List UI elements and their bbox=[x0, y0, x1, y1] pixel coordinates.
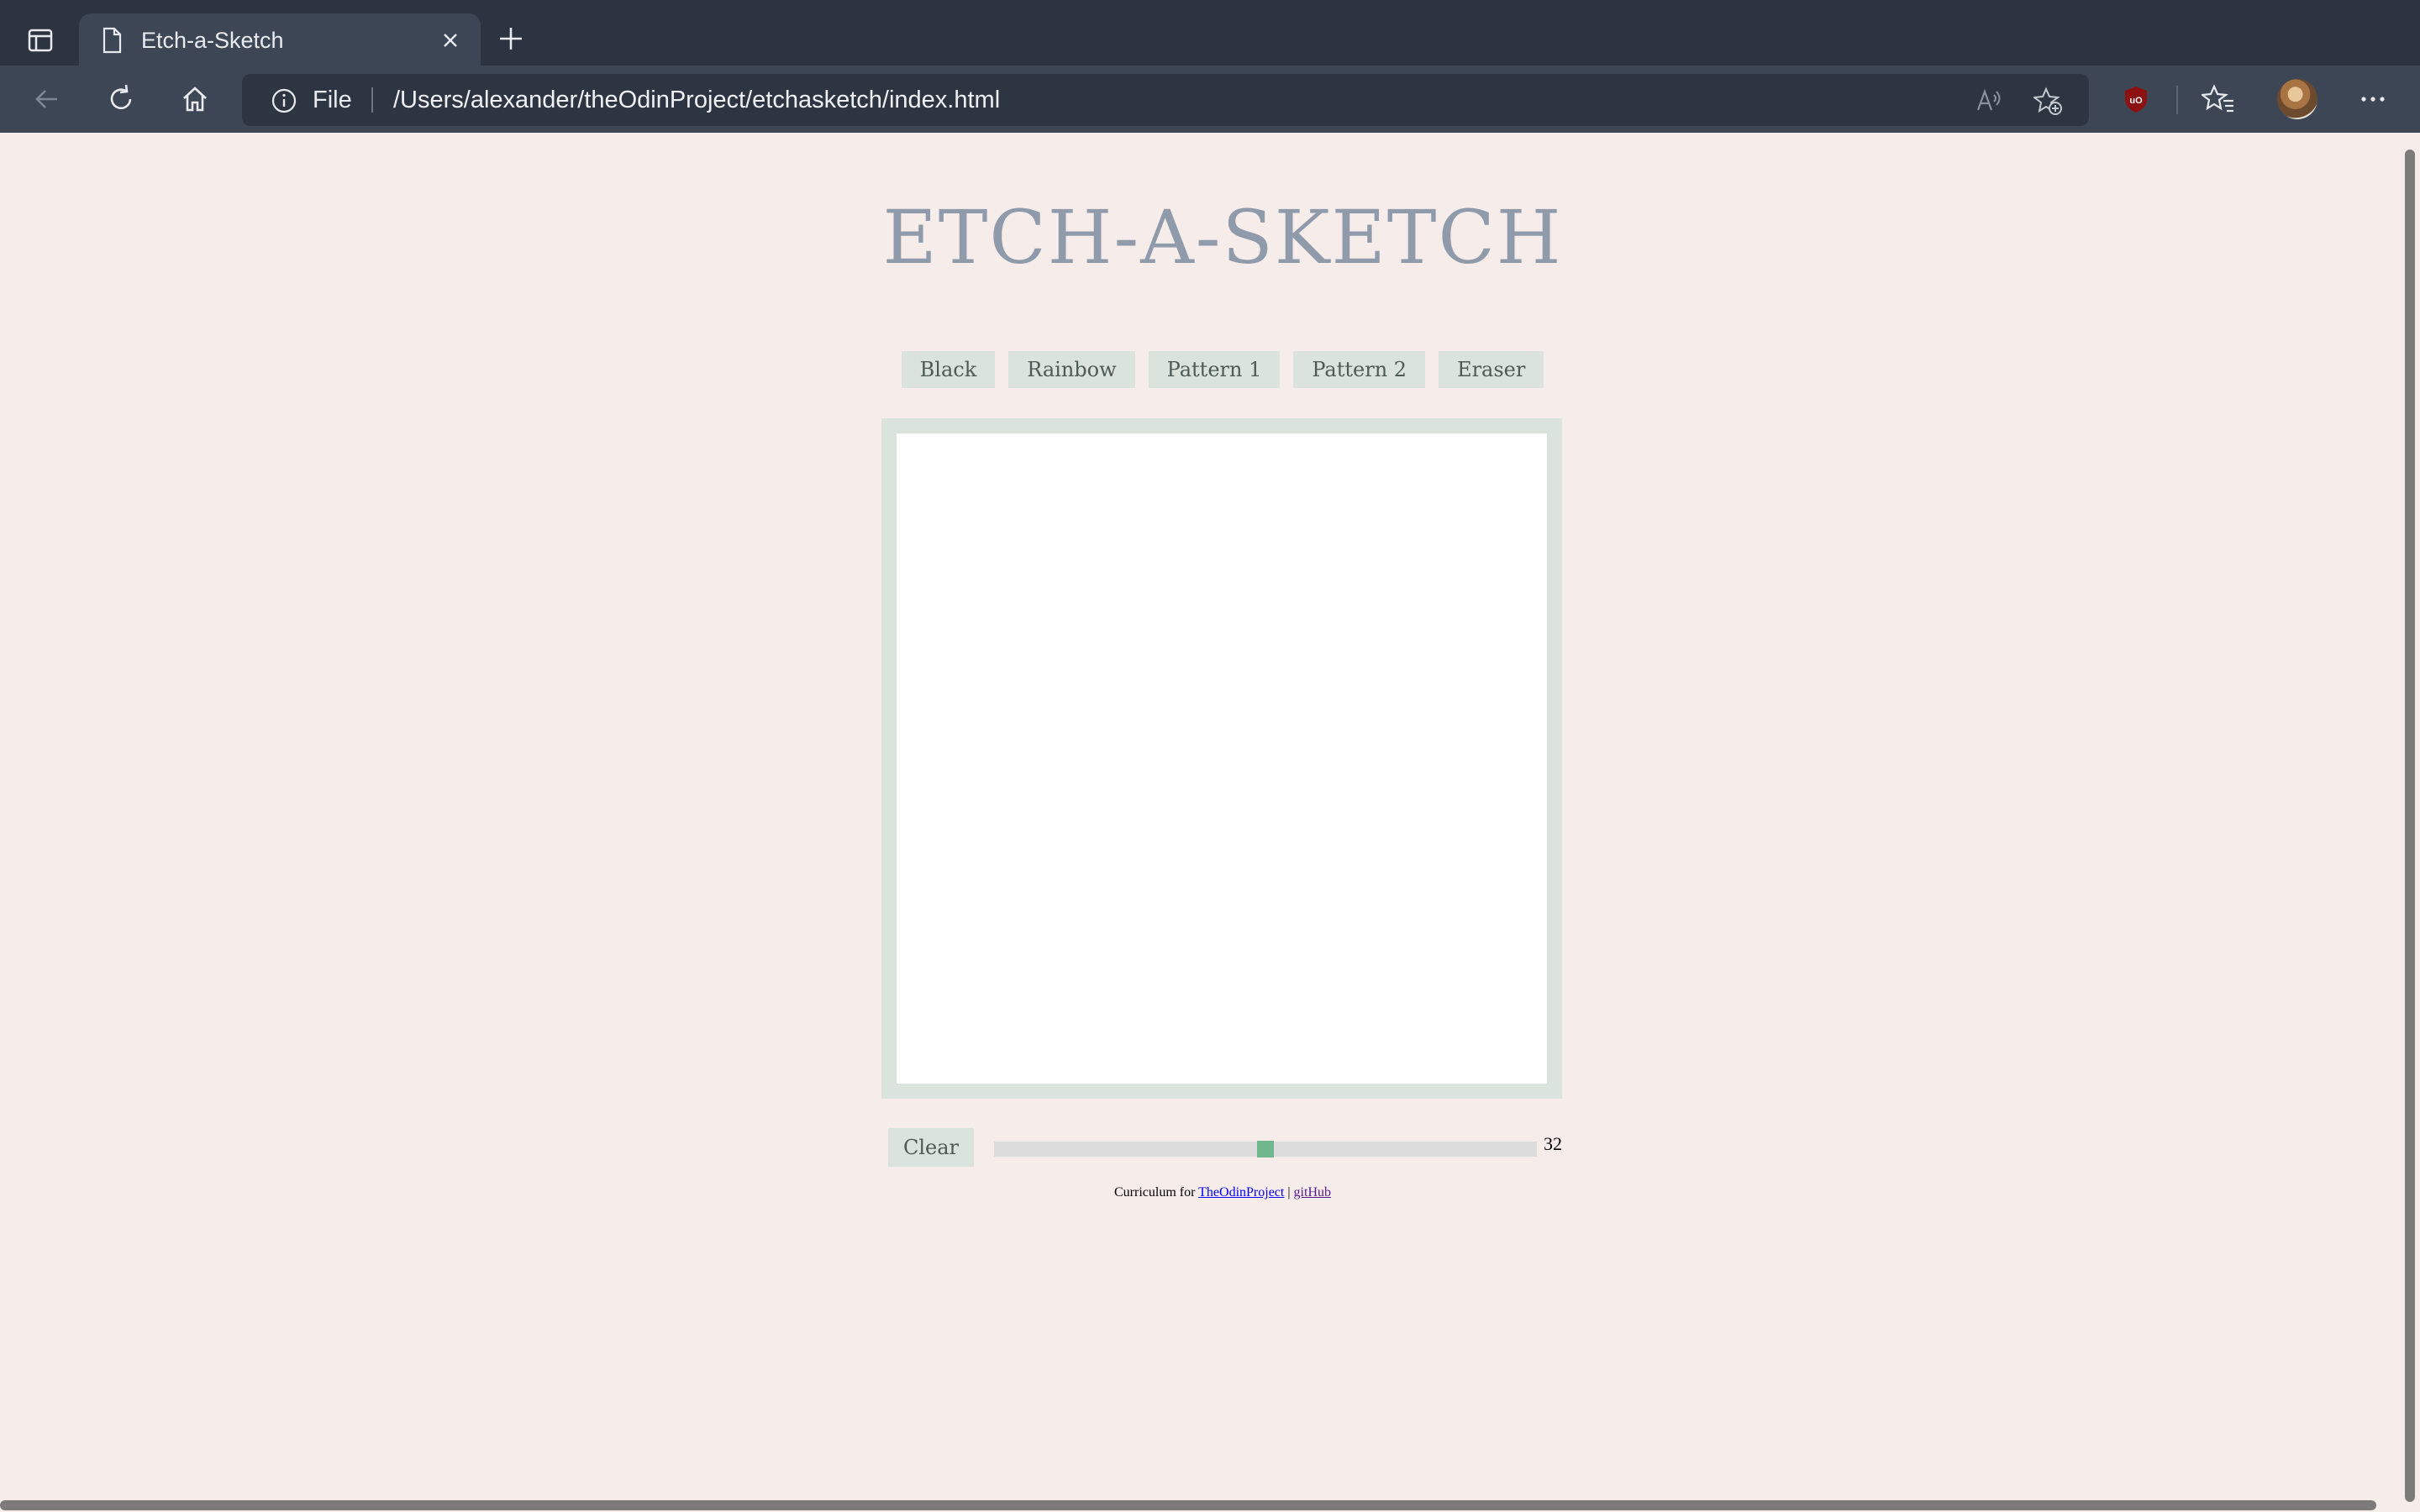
rainbow-mode-button[interactable]: Rainbow bbox=[1008, 351, 1135, 388]
horizontal-scrollbar[interactable] bbox=[0, 1500, 2376, 1510]
tab-actions-icon[interactable] bbox=[22, 22, 59, 59]
address-bar[interactable]: File /Users/alexander/theOdinProject/etc… bbox=[242, 74, 2089, 126]
footer: Curriculum for TheOdinProject | gitHub bbox=[0, 1185, 2420, 1200]
reload-icon[interactable] bbox=[104, 82, 138, 116]
sketch-grid[interactable] bbox=[897, 433, 1547, 1084]
clear-button[interactable]: Clear bbox=[888, 1128, 974, 1167]
more-options-icon[interactable] bbox=[2356, 82, 2390, 116]
new-tab-icon[interactable] bbox=[496, 24, 526, 54]
slider-thumb[interactable] bbox=[1257, 1141, 1274, 1158]
page-icon bbox=[99, 27, 124, 54]
mode-buttons: Black Rainbow Pattern 1 Pattern 2 Eraser bbox=[0, 351, 2420, 388]
ublock-extension-icon[interactable]: uO bbox=[2119, 82, 2153, 116]
url-text[interactable]: /Users/alexander/theOdinProject/etchaske… bbox=[393, 86, 1000, 114]
sketch-board-frame bbox=[881, 418, 1562, 1099]
info-icon[interactable] bbox=[271, 87, 297, 114]
odin-project-link[interactable]: TheOdinProject bbox=[1198, 1185, 1284, 1200]
page-title: ETCH-A-SKETCH bbox=[882, 194, 1563, 281]
close-tab-icon[interactable] bbox=[437, 27, 464, 54]
active-tab[interactable]: Etch-a-Sketch bbox=[79, 13, 481, 66]
pattern-2-mode-button[interactable]: Pattern 2 bbox=[1293, 351, 1426, 388]
back-arrow-icon[interactable] bbox=[30, 82, 64, 116]
black-mode-button[interactable]: Black bbox=[901, 351, 996, 388]
read-aloud-icon[interactable] bbox=[1975, 87, 2003, 115]
board-controls: Clear 32 bbox=[888, 1128, 1577, 1167]
svg-text:uO: uO bbox=[2129, 96, 2143, 106]
toolbar-separator bbox=[2176, 86, 2178, 114]
eraser-mode-button[interactable]: Eraser bbox=[1439, 351, 1544, 388]
github-link[interactable]: gitHub bbox=[1294, 1185, 1331, 1200]
page-viewport: ETCH-A-SKETCH Black Rainbow Pattern 1 Pa… bbox=[0, 133, 2420, 1512]
grid-size-slider[interactable] bbox=[994, 1141, 1537, 1158]
grid-size-value: 32 bbox=[1544, 1133, 1562, 1154]
browser-toolbar: File /Users/alexander/theOdinProject/etc… bbox=[0, 66, 2420, 133]
favorites-icon[interactable] bbox=[2200, 82, 2235, 116]
footer-separator: | bbox=[1287, 1185, 1291, 1200]
browser-tab-bar: Etch-a-Sketch bbox=[0, 0, 2420, 66]
tab-title: Etch-a-Sketch bbox=[141, 28, 284, 53]
address-separator bbox=[371, 87, 373, 113]
url-scheme-label: File bbox=[313, 87, 352, 113]
vertical-scrollbar[interactable] bbox=[2405, 150, 2415, 1502]
pattern-1-mode-button[interactable]: Pattern 1 bbox=[1148, 351, 1281, 388]
add-favorite-icon[interactable] bbox=[2032, 87, 2062, 115]
profile-avatar[interactable] bbox=[2277, 79, 2317, 119]
footer-prefix: Curriculum for bbox=[1114, 1185, 1196, 1200]
home-icon[interactable] bbox=[178, 82, 212, 116]
